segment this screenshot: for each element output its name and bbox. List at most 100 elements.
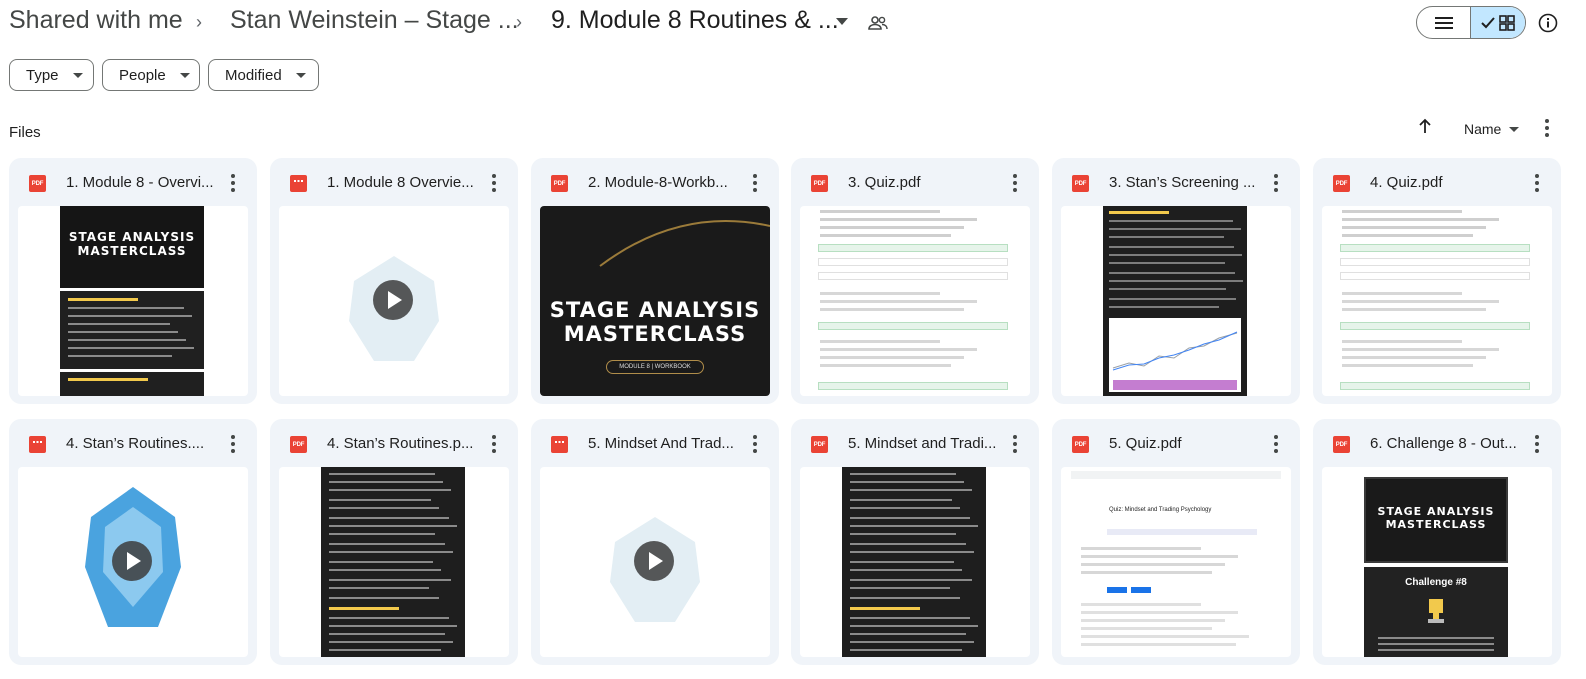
file-card[interactable]: PDF 1. Module 8 - Overvi... STAGE ANALYS… [9,158,257,404]
view-toggle [1416,6,1526,39]
file-card[interactable]: PDF 6. Challenge 8 - Out... STAGE ANALYS… [1313,419,1561,665]
file-name[interactable]: 4. Stan’s Routines.p... [327,435,477,452]
file-card-header: PDF 3. Quiz.pdf [791,158,1039,206]
more-actions-icon[interactable] [1005,172,1025,194]
breadcrumb-parent-folder[interactable]: Stan Weinstein – Stage ... [230,6,519,35]
grid-view-button[interactable] [1471,7,1525,38]
file-card[interactable]: 4. Stan’s Routines.... [9,419,257,665]
file-name[interactable]: 4. Stan’s Routines.... [66,435,216,452]
more-actions-icon[interactable] [484,433,504,455]
play-icon[interactable] [373,280,413,320]
more-actions-icon[interactable] [745,172,765,194]
file-name[interactable]: 1. Module 8 - Overvi... [66,174,216,191]
masterclass-line2: MASTERCLASS [1385,518,1487,531]
people-filter-label: People [119,66,166,84]
file-card-header: PDF 4. Quiz.pdf [1313,158,1561,206]
more-actions-icon[interactable] [223,172,243,194]
masterclass-line2: MASTERCLASS [563,322,747,346]
file-card[interactable]: PDF 2. Module-8-Workb... STAGE ANALYSIS … [531,158,779,404]
file-card-header: PDF 5. Quiz.pdf [1052,419,1300,467]
modified-filter-chip[interactable]: Modified [208,59,319,91]
more-actions-icon[interactable] [1266,433,1286,455]
file-card[interactable]: 1. Module 8 Overvie... [270,158,518,404]
file-thumbnail[interactable] [279,467,509,657]
file-name[interactable]: 2. Module-8-Workb... [588,174,738,191]
type-filter-chip[interactable]: Type [9,59,94,91]
shared-people-icon[interactable] [866,11,890,35]
file-card[interactable]: PDF 3. Quiz.pdf [791,158,1039,404]
file-thumbnail[interactable] [279,206,509,396]
breadcrumb-current-folder[interactable]: 9. Module 8 Routines & ... [551,6,839,35]
file-card[interactable]: PDF 4. Quiz.pdf [1313,158,1561,404]
file-thumbnail[interactable]: Quiz: Mindset and Trading Psychology [1061,467,1291,657]
play-icon[interactable] [634,541,674,581]
file-card-header: PDF 3. Stan’s Screening ... [1052,158,1300,206]
masterclass-line2: MASTERCLASS [77,244,187,258]
check-grid-icon [1481,14,1515,31]
file-thumbnail[interactable] [1061,206,1291,396]
modified-filter-label: Modified [225,66,282,84]
more-actions-icon[interactable] [1266,172,1286,194]
file-card[interactable]: PDF 5. Mindset and Tradi... [791,419,1039,665]
pdf-file-icon: PDF [551,175,568,192]
masterclass-line1: STAGE ANALYSIS [1377,505,1495,518]
file-card[interactable]: PDF 4. Stan’s Routines.p... [270,419,518,665]
file-thumbnail[interactable] [540,467,770,657]
file-name[interactable]: 5. Quiz.pdf [1109,435,1259,452]
file-card-header: PDF 2. Module-8-Workb... [531,158,779,206]
list-view-button[interactable] [1417,7,1472,38]
file-name[interactable]: 3. Quiz.pdf [848,174,998,191]
people-filter-chip[interactable]: People [102,59,200,91]
dropdown-arrow-icon [72,72,83,78]
more-actions-icon[interactable] [1005,433,1025,455]
file-card-header: 4. Stan’s Routines.... [9,419,257,467]
file-thumbnail[interactable] [800,206,1030,396]
file-card-header: PDF 4. Stan’s Routines.p... [270,419,518,467]
file-card-header: 5. Mindset And Trad... [531,419,779,467]
more-actions-icon[interactable] [1527,433,1547,455]
file-name[interactable]: 4. Quiz.pdf [1370,174,1520,191]
more-actions-icon[interactable] [1527,172,1547,194]
file-thumbnail[interactable] [18,467,248,657]
file-card[interactable]: PDF 3. Stan’s Screening ... [1052,158,1300,404]
video-file-icon [29,436,46,453]
file-name[interactable]: 5. Mindset And Trad... [588,435,738,452]
file-thumbnail[interactable] [1322,206,1552,396]
video-file-icon [551,436,568,453]
file-card[interactable]: 5. Mindset And Trad... [531,419,779,665]
folder-menu-dropdown-icon[interactable] [832,12,852,32]
info-icon[interactable] [1537,12,1559,34]
video-file-icon [290,175,307,192]
pdf-file-icon: PDF [290,436,307,453]
pdf-file-icon: PDF [811,175,828,192]
breadcrumb-shared-with-me[interactable]: Shared with me [9,6,183,35]
pdf-file-icon: PDF [811,436,828,453]
sort-by-name-button[interactable]: Name [1464,121,1520,137]
more-actions-icon[interactable] [745,433,765,455]
more-actions-icon[interactable] [223,433,243,455]
play-icon[interactable] [112,541,152,581]
file-thumbnail[interactable]: STAGE ANALYSIS MASTERCLASS [18,206,248,396]
more-actions-icon[interactable] [484,172,504,194]
stock-chart-image [1112,331,1238,390]
top-bar: Shared with me › Stan Weinstein – Stage … [0,0,1586,46]
trophy-icon [1428,599,1444,623]
file-card-header: PDF 5. Mindset and Tradi... [791,419,1039,467]
file-name[interactable]: 3. Stan’s Screening ... [1109,174,1259,191]
file-name[interactable]: 5. Mindset and Tradi... [848,435,998,452]
sort-direction-arrow-icon[interactable] [1418,118,1432,139]
files-section-label: Files [9,124,41,141]
file-thumbnail[interactable]: STAGE ANALYSIS MASTERCLASS Challenge #8 [1322,467,1552,657]
file-card-header: PDF 6. Challenge 8 - Out... [1313,419,1561,467]
file-card-header: PDF 1. Module 8 - Overvi... [9,158,257,206]
file-name[interactable]: 1. Module 8 Overvie... [327,174,477,191]
pdf-file-icon: PDF [1333,436,1350,453]
file-card[interactable]: PDF 5. Quiz.pdf Quiz: Mindset and Tradin… [1052,419,1300,665]
file-thumbnail[interactable]: STAGE ANALYSIS MASTERCLASS MODULE 8 | WO… [540,206,770,396]
file-thumbnail[interactable] [800,467,1030,657]
chevron-right-icon: › [516,12,522,32]
more-options-icon[interactable] [1542,119,1552,137]
file-name[interactable]: 6. Challenge 8 - Out... [1370,435,1520,452]
pdf-file-icon: PDF [1072,175,1089,192]
workbook-badge: MODULE 8 | WORKBOOK [606,360,704,374]
